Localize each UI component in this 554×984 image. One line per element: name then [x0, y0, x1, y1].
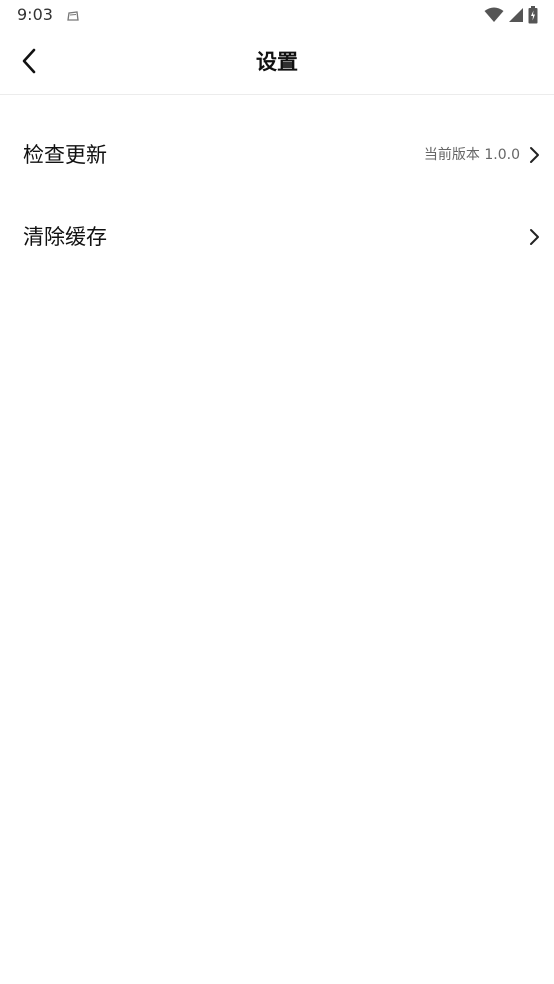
app-header: 设置 — [0, 30, 554, 95]
status-icons — [484, 6, 538, 24]
battery-icon — [528, 6, 538, 24]
settings-item-label: 清除缓存 — [23, 225, 107, 249]
signal-icon — [508, 7, 524, 23]
status-bar: 9:03 — [0, 0, 554, 30]
status-time: 9:03 — [17, 5, 53, 24]
settings-item-label: 检查更新 — [23, 143, 107, 167]
page-title: 设置 — [256, 50, 298, 74]
version-value: 当前版本 1.0.0 — [423, 147, 520, 163]
chevron-right-icon — [528, 228, 540, 246]
notification-icon — [66, 8, 80, 22]
settings-item-clear-cache[interactable]: 清除缓存 — [0, 196, 554, 278]
chevron-right-icon — [528, 146, 540, 164]
settings-list: 检查更新 当前版本 1.0.0 清除缓存 — [0, 114, 554, 278]
wifi-icon — [484, 7, 504, 23]
settings-item-check-update[interactable]: 检查更新 当前版本 1.0.0 — [0, 114, 554, 196]
